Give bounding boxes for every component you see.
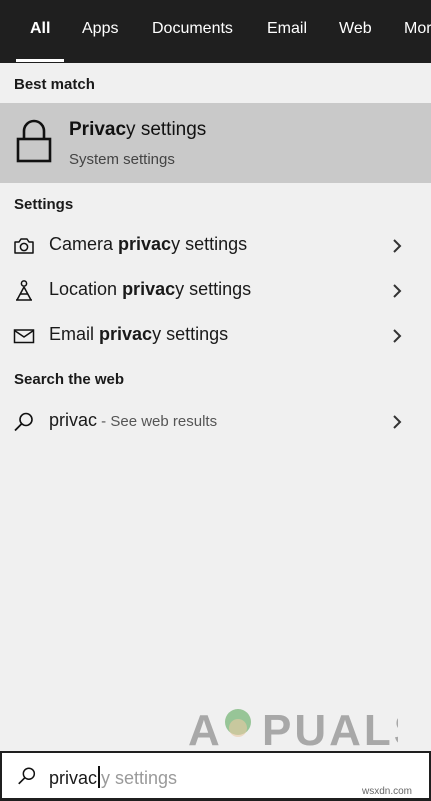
best-match-item[interactable]: Privacy settings System settings <box>0 103 431 183</box>
best-match-title: Privacy settings <box>69 119 207 140</box>
tab-all[interactable]: All <box>30 0 50 63</box>
chevron-right-icon <box>393 415 402 429</box>
settings-header: Settings <box>14 196 74 213</box>
best-match-header: Best match <box>14 76 95 93</box>
chevron-right-icon <box>393 329 402 343</box>
lock-icon <box>16 119 52 163</box>
result-location-privacy[interactable]: Location privacy settings <box>0 269 431 313</box>
result-web-search[interactable]: privac - See web results <box>0 400 431 444</box>
chevron-right-icon <box>393 284 402 298</box>
tab-bar: All Apps Documents Email Web More <box>0 0 431 63</box>
text-caret <box>98 766 101 788</box>
site-credit: wsxdn.com <box>362 786 413 797</box>
result-email-privacy[interactable]: Email privacy settings <box>0 314 431 358</box>
svg-text:A: A <box>188 706 222 752</box>
svg-text:PUALS: PUALS <box>262 706 398 752</box>
tab-more[interactable]: More <box>404 0 431 63</box>
result-label: Email privacy settings <box>49 324 229 344</box>
result-label: Camera privacy settings <box>49 234 248 254</box>
chevron-right-icon <box>393 239 402 253</box>
tab-apps[interactable]: Apps <box>82 0 118 63</box>
envelope-icon <box>13 329 35 344</box>
tab-web[interactable]: Web <box>339 0 372 63</box>
camera-icon <box>14 238 34 254</box>
tab-email[interactable]: Email <box>267 0 307 63</box>
search-panel: All Apps Documents Email Web More Best m… <box>0 0 431 801</box>
appuals-watermark-logo: A PUALS <box>188 706 398 752</box>
result-camera-privacy[interactable]: Camera privacy settings <box>0 224 431 268</box>
best-match-subtitle: System settings <box>69 151 175 168</box>
tab-documents[interactable]: Documents <box>152 0 233 63</box>
search-autocomplete: y settings <box>101 768 178 788</box>
result-label: privac - See web results <box>49 410 218 430</box>
search-web-header: Search the web <box>14 371 125 388</box>
search-input[interactable]: privac y settings <box>49 766 177 789</box>
location-person-icon <box>16 280 32 301</box>
search-icon <box>14 412 33 432</box>
active-tab-indicator <box>16 59 64 62</box>
search-box-icon <box>18 767 36 785</box>
result-label: Location privacy settings <box>49 279 252 299</box>
